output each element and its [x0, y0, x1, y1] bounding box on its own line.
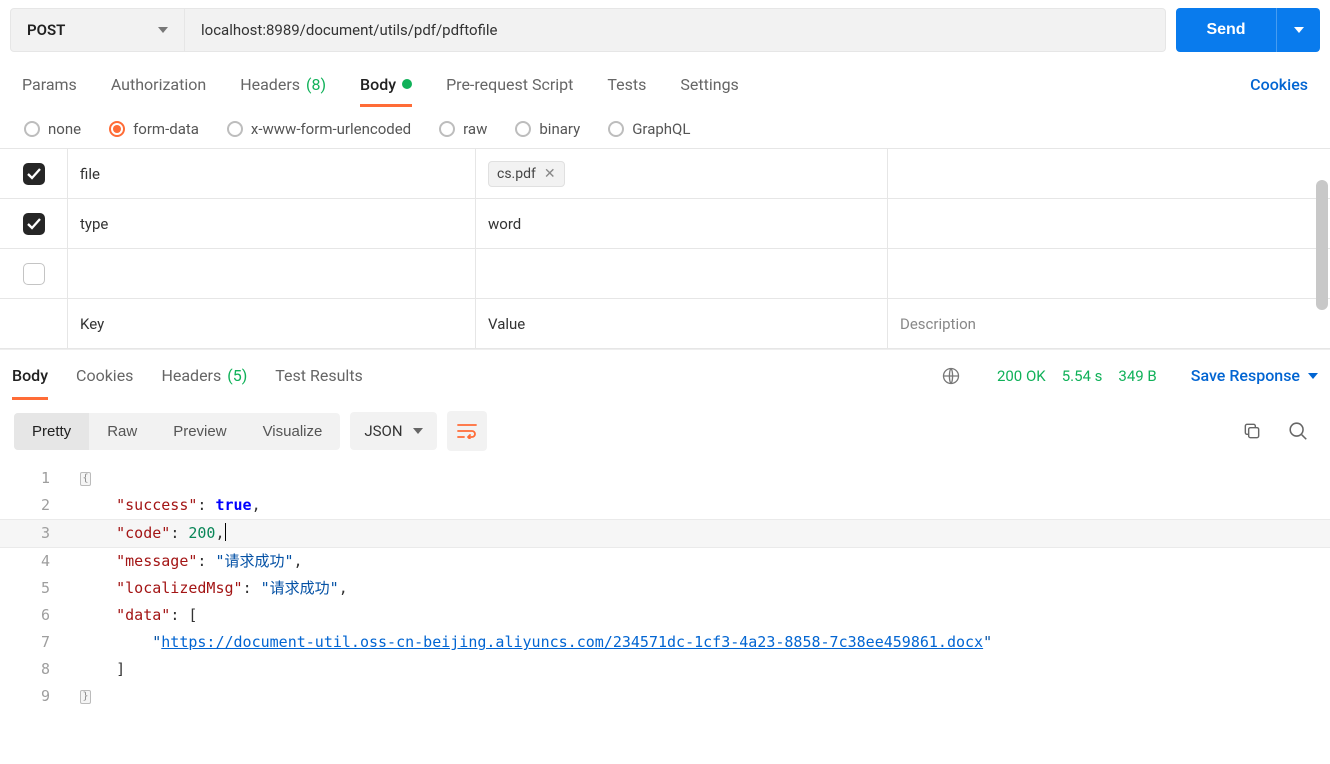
tab-prerequest[interactable]: Pre-request Script: [446, 75, 573, 94]
response-size: 349 B: [1118, 367, 1156, 385]
key-cell[interactable]: file: [68, 149, 476, 198]
value-cell[interactable]: [476, 249, 888, 298]
header-key: Key: [68, 299, 476, 348]
row-checkbox[interactable]: [23, 263, 45, 285]
row-checkbox[interactable]: [23, 163, 45, 185]
radio-graphql[interactable]: GraphQL: [608, 120, 690, 138]
search-icon: [1287, 420, 1309, 442]
chevron-down-icon: [1294, 27, 1304, 33]
request-bar: POST localhost:8989/document/utils/pdf/p…: [0, 0, 1330, 60]
table-header-row: Key Value Description: [0, 299, 1330, 349]
row-checkbox[interactable]: [23, 213, 45, 235]
http-method-label: POST: [27, 21, 65, 39]
table-row: type word: [0, 199, 1330, 249]
url-input[interactable]: localhost:8989/document/utils/pdf/pdftof…: [185, 8, 1166, 52]
key-cell[interactable]: type: [68, 199, 476, 248]
key-cell[interactable]: [68, 249, 476, 298]
file-chip[interactable]: cs.pdf ✕: [488, 161, 565, 187]
tab-res-cookies[interactable]: Cookies: [76, 366, 133, 385]
view-raw[interactable]: Raw: [89, 413, 155, 450]
radio-form-data[interactable]: form-data: [109, 120, 199, 138]
response-view-toolbar: Pretty Raw Preview Visualize JSON: [0, 401, 1330, 461]
tab-body[interactable]: Body: [360, 75, 412, 107]
search-button[interactable]: [1280, 413, 1316, 449]
wrap-icon: [457, 423, 477, 439]
send-dropdown-button[interactable]: [1276, 8, 1320, 52]
http-method-select[interactable]: POST: [10, 8, 185, 52]
response-tabs: Body Cookies Headers (5) Test Results 20…: [0, 349, 1330, 401]
modified-dot-icon: [402, 79, 412, 89]
send-button[interactable]: Send: [1176, 8, 1276, 52]
value-cell[interactable]: cs.pdf ✕: [476, 149, 888, 198]
check-icon: [27, 168, 41, 180]
header-desc: Description: [888, 299, 1330, 348]
description-cell[interactable]: [888, 149, 1330, 198]
tab-settings[interactable]: Settings: [680, 75, 738, 94]
header-value: Value: [476, 299, 888, 348]
response-data-url[interactable]: https://document-util.oss-cn-beijing.ali…: [161, 633, 983, 651]
check-icon: [27, 218, 41, 230]
response-time: 5.54 s: [1062, 367, 1103, 385]
radio-urlencoded[interactable]: x-www-form-urlencoded: [227, 120, 411, 138]
body-type-radios: none form-data x-www-form-urlencoded raw…: [0, 108, 1330, 148]
tab-authorization[interactable]: Authorization: [111, 75, 206, 94]
globe-icon[interactable]: [941, 366, 961, 386]
copy-button[interactable]: [1234, 413, 1270, 449]
view-visualize[interactable]: Visualize: [245, 413, 341, 450]
table-row: [0, 249, 1330, 299]
status-code: 200 OK: [997, 367, 1046, 385]
tab-params[interactable]: Params: [22, 75, 77, 94]
radio-raw[interactable]: raw: [439, 120, 487, 138]
tab-res-body[interactable]: Body: [12, 366, 48, 400]
view-preview[interactable]: Preview: [155, 413, 244, 450]
chevron-down-icon: [1308, 373, 1318, 379]
tab-res-headers[interactable]: Headers (5): [161, 366, 247, 385]
text-cursor: [225, 523, 226, 541]
tab-tests[interactable]: Tests: [607, 75, 646, 94]
chevron-down-icon: [158, 27, 168, 33]
description-cell[interactable]: [888, 199, 1330, 248]
table-row: file cs.pdf ✕: [0, 149, 1330, 199]
vertical-scrollbar[interactable]: [1316, 180, 1328, 310]
radio-none[interactable]: none: [24, 120, 81, 138]
remove-file-icon[interactable]: ✕: [544, 166, 556, 182]
description-cell[interactable]: [888, 249, 1330, 298]
format-select[interactable]: JSON: [350, 412, 436, 450]
chevron-down-icon: [413, 428, 423, 434]
wrap-lines-button[interactable]: [447, 411, 487, 451]
response-editor[interactable]: 1{ 2 "success": true, 3 "code": 200, 4 "…: [0, 461, 1330, 714]
tab-res-tests[interactable]: Test Results: [275, 366, 363, 385]
view-pretty[interactable]: Pretty: [14, 413, 89, 450]
value-cell[interactable]: word: [476, 199, 888, 248]
tab-headers[interactable]: Headers (8): [240, 75, 326, 94]
cookies-link[interactable]: Cookies: [1250, 75, 1308, 94]
form-data-table: file cs.pdf ✕ type word Key Value: [0, 148, 1330, 349]
radio-binary[interactable]: binary: [515, 120, 580, 138]
copy-icon: [1242, 421, 1262, 441]
request-tabs: Params Authorization Headers (8) Body Pr…: [0, 60, 1330, 108]
save-response-button[interactable]: Save Response: [1191, 366, 1318, 385]
